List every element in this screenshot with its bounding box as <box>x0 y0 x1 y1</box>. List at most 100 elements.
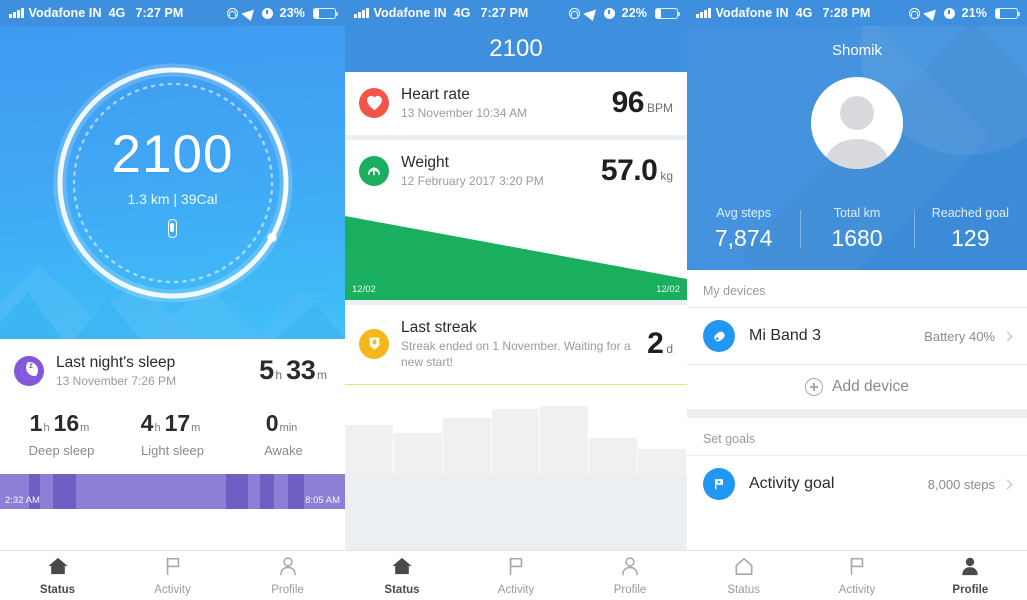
heart-rate-title: Heart rate <box>401 86 470 103</box>
streak-header: Last streak Streak ended on 1 November. … <box>345 305 687 384</box>
clock-label: 7:28 PM <box>822 6 871 20</box>
sleep-end-time: 8:05 AM <box>305 495 340 507</box>
status-icons: 21% <box>908 5 1021 21</box>
nav-tab-status[interactable]: Status <box>687 556 800 596</box>
nav-tab-activity[interactable]: Activity <box>115 556 230 596</box>
bottom-nav-1[interactable]: Status Activity Profile <box>0 550 345 600</box>
sleep-stat-label: Awake <box>264 443 303 459</box>
nav-tab-label: Status <box>727 583 760 596</box>
distance-calories: 1.3 km | 39Cal <box>127 190 218 207</box>
signal-bars-icon <box>354 8 369 18</box>
sleep-stat-label: Light sleep <box>141 443 204 459</box>
weight-title: Weight <box>401 153 449 171</box>
nav-tab-activity[interactable]: Activity <box>800 556 913 596</box>
step-progress-ring[interactable]: 2100 1.3 km | 39Cal <box>48 58 298 308</box>
weight-header: Weight 12 February 2017 3:20 PM 57.0 kg <box>345 140 687 203</box>
deep-sleep-segment <box>225 474 249 510</box>
sleep-card-header: z Last night's sleep 13 November 7:26 PM… <box>0 339 345 396</box>
sleep-hours: 5 <box>259 355 274 386</box>
goal-name: Activity goal <box>749 475 835 492</box>
weight-timestamp: 12 February 2017 3:20 PM <box>401 174 544 189</box>
heart-rate-value: 96 <box>611 86 645 120</box>
sleep-card[interactable]: z Last night's sleep 13 November 7:26 PM… <box>0 339 345 475</box>
page-title: 2100 <box>345 26 687 72</box>
nav-tab-status[interactable]: Status <box>345 556 459 596</box>
sleep-timeline-chart: 2:32 AM 8:05 AM <box>0 474 345 510</box>
alarm-clock-icon <box>943 7 955 19</box>
nav-tab-profile[interactable]: Profile <box>914 556 1027 596</box>
nav-tab-profile[interactable]: Profile <box>573 556 687 596</box>
chevron-right-icon <box>1002 331 1013 341</box>
profile-name: Shomik <box>831 42 883 59</box>
profile-hero: Shomik Avg steps 7,874 Total km 1680 Reached… <box>687 26 1027 270</box>
add-device-button[interactable]: Add device <box>687 364 1027 409</box>
sleep-stat-value: 1 h 16 m <box>29 410 90 437</box>
location-arrow-icon <box>922 5 941 21</box>
band-icon <box>168 218 177 238</box>
network-label: 4G <box>795 6 813 20</box>
nav-tab-status[interactable]: Status <box>0 556 115 596</box>
sleep-stat-label: Deep sleep <box>28 443 95 459</box>
nav-tab-activity[interactable]: Activity <box>459 556 573 596</box>
location-arrow-icon <box>240 5 259 21</box>
battery-icon <box>995 7 1021 19</box>
bottom-nav-3[interactable]: Status Activity Profile <box>687 550 1027 600</box>
activity-icon <box>163 556 183 581</box>
sleep-title: Last night's sleep <box>56 354 176 371</box>
devices-section-title: My devices <box>703 284 766 298</box>
signal-bars-icon <box>696 8 711 18</box>
avatar[interactable] <box>811 77 903 169</box>
location-arrow-icon <box>582 5 601 21</box>
weight-card[interactable]: Weight 12 February 2017 3:20 PM 57.0 kg … <box>345 139 687 300</box>
nav-tab-label: Profile <box>613 583 647 596</box>
streak-card[interactable]: Last streak Streak ended on 1 November. … <box>345 304 687 474</box>
chevron-right-icon <box>1002 479 1013 489</box>
moon-icon: z <box>14 355 44 386</box>
weight-value-group: 57.0 kg <box>601 154 673 188</box>
screenshot-root: Vodafone IN 4G 7:27 PM 23% 2100 1.3 km |… <box>0 0 1027 600</box>
battery-percent-label: 21% <box>961 6 987 20</box>
profile-icon <box>620 556 640 581</box>
streak-bar <box>393 433 443 474</box>
profile-stat: Avg steps 7,874 <box>687 206 800 252</box>
profile-icon <box>960 556 980 581</box>
heart-rate-unit: BPM <box>646 101 673 116</box>
streak-value-group: 2 d <box>647 327 673 361</box>
steps-hero: 2100 1.3 km | 39Cal <box>0 26 345 339</box>
rotation-lock-icon <box>226 7 238 19</box>
profile-icon <box>278 556 298 581</box>
status-icons: 22% <box>568 5 681 21</box>
nav-tab-label: Profile <box>271 583 304 596</box>
device-row-mi-band[interactable]: Mi Band 3 Battery 40% <box>687 307 1027 364</box>
heart-rate-card[interactable]: Heart rate 13 November 10:34 AM 96 BPM <box>345 72 687 135</box>
profile-stats: Avg steps 7,874 Total km 1680 Reached goal 12… <box>687 206 1027 252</box>
profile-stat-label: Reached goal <box>931 206 1009 220</box>
network-label: 4G <box>453 6 471 20</box>
clock-label: 7:27 PM <box>135 6 184 20</box>
profile-stat-label: Total km <box>833 206 881 220</box>
profile-stat-value: 129 <box>951 225 990 251</box>
nav-tab-label: Activity <box>154 583 191 596</box>
alarm-clock-icon <box>603 7 615 19</box>
profile-stat-value: 7,874 <box>714 225 773 251</box>
streak-value: 2 <box>647 327 664 361</box>
weight-chart-start-label: 12/02 <box>352 283 376 295</box>
nav-tab-label: Status <box>39 583 76 596</box>
nav-tab-profile[interactable]: Profile <box>230 556 345 596</box>
streak-bar-chart <box>345 383 687 474</box>
status-bar-1: Vodafone IN 4G 7:27 PM 23% <box>0 0 345 26</box>
weight-value: 57.0 <box>600 154 658 188</box>
battery-icon <box>655 7 681 19</box>
activity-icon <box>506 556 526 581</box>
sleep-minutes: 33 <box>286 355 316 386</box>
bottom-nav-2[interactable]: Status Activity Profile <box>345 550 687 600</box>
carrier-label: Vodafone IN <box>715 6 789 20</box>
battery-percent-label: 22% <box>621 6 647 20</box>
sleep-stat-value: 4 h 17 m <box>140 410 201 437</box>
heart-icon <box>359 88 389 119</box>
streak-bar <box>638 448 687 474</box>
phone-screen-details: Vodafone IN 4G 7:27 PM 22% 2100 Heart ra… <box>345 0 687 600</box>
device-battery: Battery 40% <box>924 328 995 344</box>
goal-row-activity[interactable]: Activity goal 8,000 steps <box>687 455 1027 512</box>
heart-rate-value-group: 96 BPM <box>612 86 673 120</box>
